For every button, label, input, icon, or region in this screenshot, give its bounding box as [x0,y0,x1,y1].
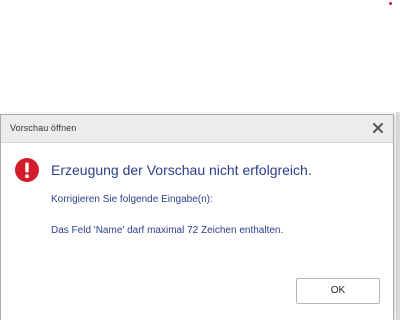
error-detail: Das Feld 'Name' darf maximal 72 Zeichen … [51,225,284,236]
close-icon[interactable] [371,120,385,136]
screen: Vorschau öffnen Erzeugung der Vorschau n… [0,0,400,320]
error-dialog: Vorschau öffnen Erzeugung der Vorschau n… [0,114,394,320]
decorative-dot [389,2,392,5]
error-icon [15,158,39,182]
dialog-title: Vorschau öffnen [10,123,77,133]
error-subtext: Korrigieren Sie folgende Eingabe(n): [51,194,213,205]
error-heading: Erzeugung der Vorschau nicht erfolgreich… [51,162,312,178]
background-panel-edge [396,112,400,320]
dialog-titlebar: Vorschau öffnen [1,115,393,143]
ok-button[interactable]: OK [296,278,380,304]
